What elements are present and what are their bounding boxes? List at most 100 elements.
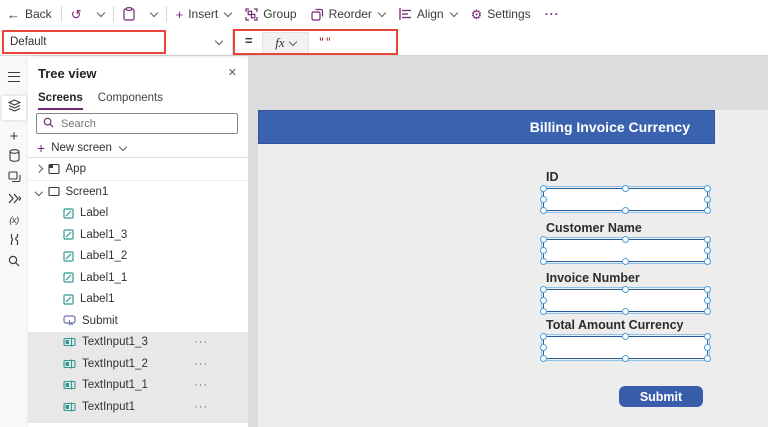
undo-icon: ↺ [70, 6, 82, 22]
tree-item-label-control[interactable]: Label1_2 [28, 246, 248, 268]
advanced-tools-icon [9, 233, 20, 251]
tab-screens[interactable]: Screens [38, 92, 83, 110]
selection-handle[interactable] [540, 344, 547, 351]
formula-input-value[interactable]: "" [318, 35, 332, 49]
selection-handle[interactable] [622, 308, 629, 315]
undo-button[interactable]: ↺ [64, 0, 89, 28]
label-control-icon [63, 294, 74, 305]
selection-handle[interactable] [540, 236, 547, 243]
tree-search-box[interactable] [36, 113, 238, 134]
power-apps-studio: ← Back ↺ + Insert Group Reorder Align ⚙ … [0, 0, 768, 427]
selection-handle[interactable] [622, 207, 629, 214]
group-button[interactable]: Group [238, 0, 303, 28]
fx-dropdown-button[interactable]: fx [262, 32, 309, 54]
tree-item-textinput[interactable]: TextInput1_2 ··· [28, 353, 248, 375]
tab-components[interactable]: Components [98, 92, 163, 110]
selection-handle[interactable] [704, 344, 711, 351]
selection-handle[interactable] [704, 236, 711, 243]
screen-icon [47, 186, 60, 197]
variables-nav-button[interactable]: (x) [2, 210, 26, 231]
insert-button[interactable]: + Insert [169, 0, 239, 28]
selection-handle[interactable] [540, 196, 547, 203]
ellipsis-icon[interactable]: ··· [194, 401, 208, 413]
selection-handle[interactable] [622, 333, 629, 340]
text-input-invoice-number[interactable] [540, 286, 711, 315]
tree-item-label-control[interactable]: Label1_3 [28, 224, 248, 246]
selection-handle[interactable] [540, 185, 547, 192]
tree-item-app[interactable]: App [28, 158, 248, 181]
selection-handle[interactable] [704, 185, 711, 192]
tree-item-label-control[interactable]: Label1 [28, 289, 248, 311]
selection-handle[interactable] [540, 258, 547, 265]
selection-background [28, 417, 248, 423]
selection-handle[interactable] [704, 286, 711, 293]
field-label[interactable]: Customer Name [546, 221, 708, 236]
chevron-down-icon [34, 187, 43, 196]
selection-handle[interactable] [622, 185, 629, 192]
selection-handle[interactable] [704, 258, 711, 265]
screen-header-bar[interactable]: Billing Invoice Currency [258, 110, 715, 144]
text-input-total-amount[interactable] [540, 333, 711, 362]
selection-handle[interactable] [704, 297, 711, 304]
selection-handle[interactable] [540, 355, 547, 362]
menu-button[interactable] [2, 66, 26, 87]
insert-nav-button[interactable]: + [2, 126, 26, 147]
field-label[interactable]: Invoice Number [546, 271, 708, 286]
selection-handle[interactable] [704, 308, 711, 315]
search-input[interactable] [59, 116, 231, 131]
selection-handle[interactable] [622, 355, 629, 362]
tree-item-label-control[interactable]: Label1_1 [28, 267, 248, 289]
selection-handle[interactable] [622, 286, 629, 293]
ellipsis-icon[interactable]: ··· [194, 336, 208, 348]
selection-handle[interactable] [704, 247, 711, 254]
selection-handle[interactable] [540, 308, 547, 315]
search-nav-button[interactable] [2, 252, 26, 273]
app-screen[interactable]: Billing Invoice Currency ID Customer Nam… [258, 110, 768, 427]
selection-handle[interactable] [704, 207, 711, 214]
tree-item-textinput[interactable]: TextInput1 ··· [28, 396, 248, 418]
submit-button[interactable]: Submit [619, 386, 703, 407]
selection-handle[interactable] [540, 247, 547, 254]
undo-menu-button[interactable] [89, 0, 111, 28]
selection-handle[interactable] [540, 286, 547, 293]
selection-handle[interactable] [704, 355, 711, 362]
selection-handle[interactable] [540, 297, 547, 304]
field-label[interactable]: ID [546, 170, 708, 185]
media-nav-button[interactable] [2, 168, 26, 189]
advanced-tools-nav-button[interactable] [2, 231, 26, 252]
tree-item-label: Label1_3 [80, 228, 128, 241]
settings-label: Settings [487, 7, 531, 21]
tree-item-label-control[interactable]: Label [28, 203, 248, 225]
selection-handle[interactable] [540, 207, 547, 214]
left-navigation-rail: + (x) [0, 56, 28, 427]
selection-handle[interactable] [622, 258, 629, 265]
new-screen-button[interactable]: + New screen [37, 141, 128, 155]
selection-handle[interactable] [622, 236, 629, 243]
power-automate-nav-button[interactable] [2, 189, 26, 210]
ellipsis-icon[interactable]: ··· [194, 379, 208, 391]
ellipsis-icon[interactable]: ··· [194, 358, 208, 370]
settings-button[interactable]: ⚙ Settings [464, 0, 538, 28]
align-button[interactable]: Align [392, 0, 464, 28]
paste-button[interactable] [116, 0, 142, 28]
overflow-button[interactable]: ··· [538, 0, 567, 28]
tree-item-screen1[interactable]: Screen1 [28, 181, 248, 203]
tree-item-submit-button[interactable]: Submit [28, 310, 248, 332]
tree-item-label: TextInput1_3 [82, 336, 148, 349]
tree-item-textinput[interactable]: TextInput1_1 ··· [28, 374, 248, 396]
selection-handle[interactable] [704, 333, 711, 340]
text-input-customer-name[interactable] [540, 236, 711, 265]
selection-handle[interactable] [540, 333, 547, 340]
close-icon[interactable]: ✕ [228, 66, 237, 79]
selection-handle[interactable] [704, 196, 711, 203]
tree-view-nav-button[interactable] [2, 96, 26, 120]
tree-item-textinput[interactable]: TextInput1_3 ··· [28, 331, 248, 353]
data-nav-button[interactable] [2, 147, 26, 168]
reorder-button[interactable]: Reorder [304, 0, 392, 28]
back-button[interactable]: ← Back [0, 0, 59, 28]
field-label[interactable]: Total Amount Currency [546, 318, 708, 333]
chevron-down-icon [214, 36, 224, 45]
text-input-id[interactable] [540, 185, 711, 214]
paste-menu-button[interactable] [142, 0, 164, 28]
property-dropdown[interactable]: Default [0, 28, 233, 55]
